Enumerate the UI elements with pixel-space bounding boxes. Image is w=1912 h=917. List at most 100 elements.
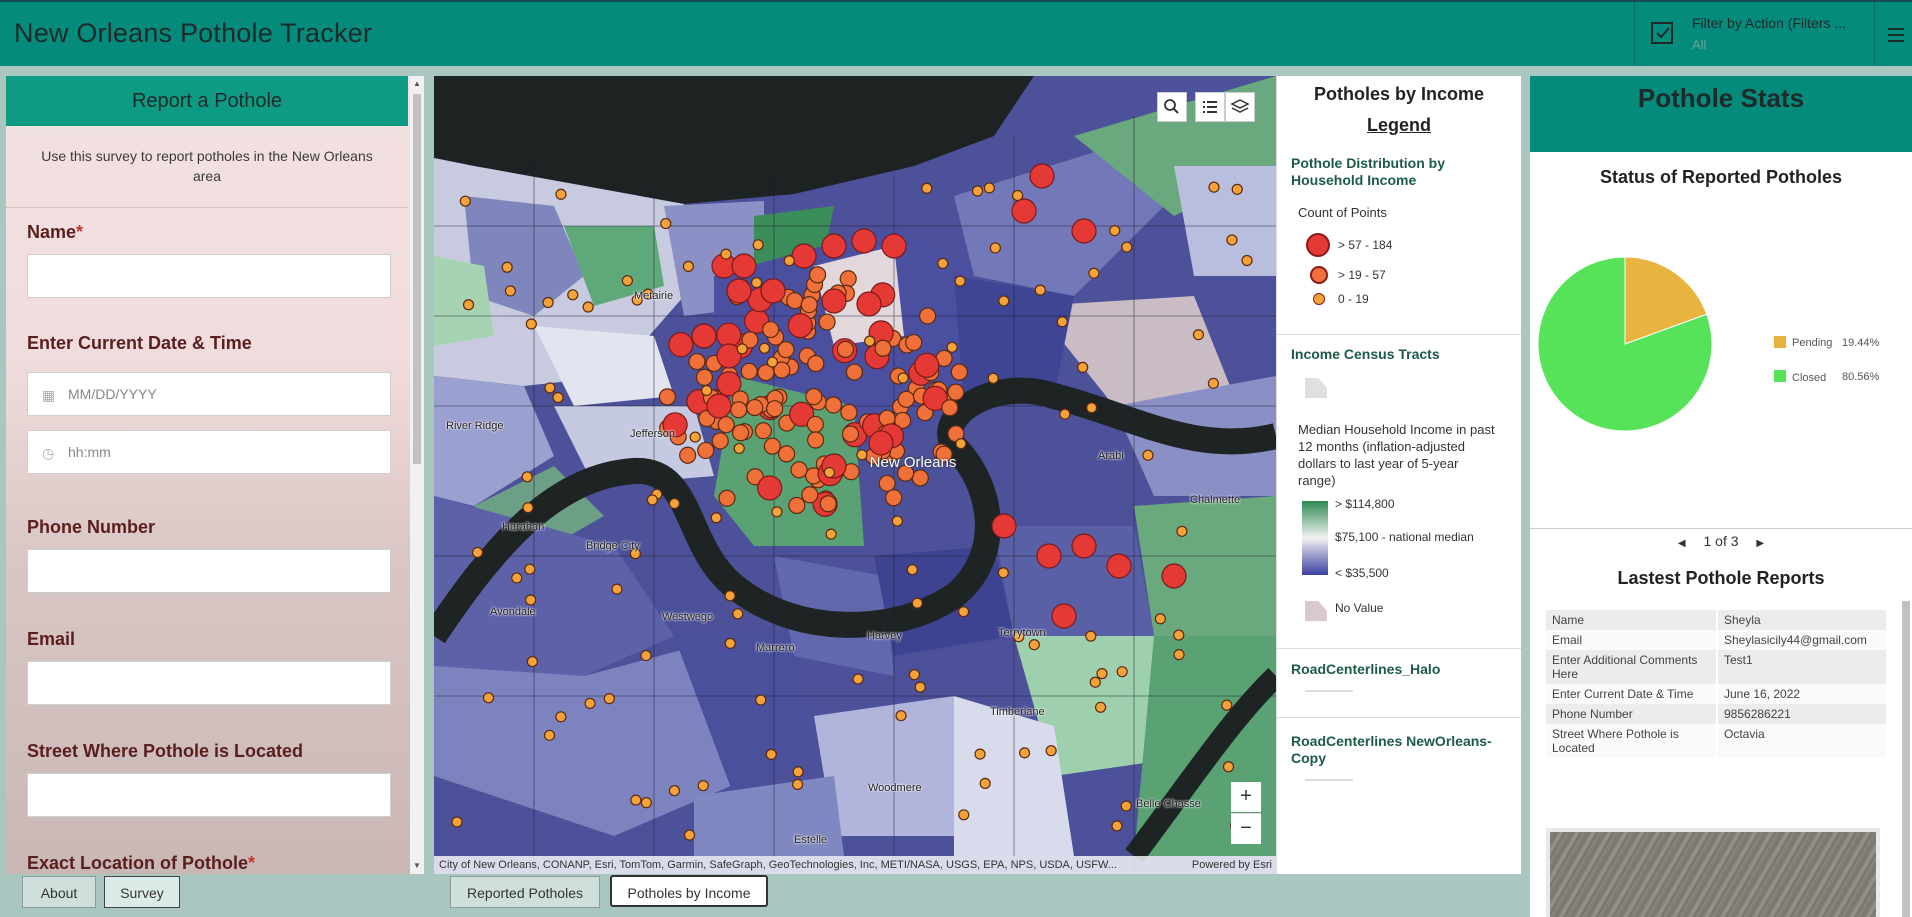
menu-icon[interactable] <box>1874 2 1912 66</box>
pothole-point[interactable] <box>746 398 764 417</box>
survey-scrollbar[interactable]: ▲ ▼ <box>410 76 424 874</box>
pothole-point[interactable] <box>603 693 615 705</box>
tab-potholes-by-income[interactable]: Potholes by Income <box>610 875 768 907</box>
pothole-point[interactable] <box>1036 543 1062 569</box>
pothole-point[interactable] <box>1012 189 1024 202</box>
pothole-point[interactable] <box>740 362 758 380</box>
pothole-point[interactable] <box>950 363 968 381</box>
pothole-point[interactable] <box>679 446 697 464</box>
pothole-point[interactable] <box>878 474 896 493</box>
pothole-point[interactable] <box>1106 553 1132 579</box>
pothole-point[interactable] <box>914 681 926 693</box>
pothole-point[interactable] <box>766 400 784 418</box>
pothole-point[interactable] <box>724 590 736 602</box>
pothole-point[interactable] <box>825 528 837 540</box>
pothole-point[interactable] <box>1095 701 1107 713</box>
pothole-point[interactable] <box>668 785 681 797</box>
pothole-point[interactable] <box>701 384 713 397</box>
pothole-point[interactable] <box>1096 668 1108 680</box>
pothole-point[interactable] <box>710 512 722 524</box>
pothole-point[interactable] <box>1111 820 1123 832</box>
pothole-point[interactable] <box>987 372 999 384</box>
pothole-point[interactable] <box>790 461 808 479</box>
pothole-point[interactable] <box>777 341 795 359</box>
phone-field[interactable] <box>27 549 391 593</box>
pothole-point[interactable] <box>688 352 706 371</box>
pothole-point[interactable] <box>706 393 732 419</box>
pothole-point[interactable] <box>805 388 823 406</box>
pothole-point[interactable] <box>582 301 594 313</box>
pothole-point[interactable] <box>695 368 714 386</box>
pothole-point[interactable] <box>801 486 819 504</box>
pothole-point[interactable] <box>971 185 984 197</box>
pothole-point[interactable] <box>525 594 537 606</box>
pothole-point[interactable] <box>1161 563 1187 589</box>
pothole-point[interactable] <box>621 275 633 287</box>
pothole-point[interactable] <box>937 257 949 270</box>
pothole-point[interactable] <box>897 372 909 384</box>
pothole-point[interactable] <box>787 313 813 339</box>
pothole-point[interactable] <box>1034 284 1046 296</box>
pothole-point[interactable] <box>762 320 780 339</box>
pothole-point[interactable] <box>730 401 748 419</box>
pothole-point[interactable] <box>921 182 933 194</box>
pothole-point[interactable] <box>791 243 817 269</box>
pothole-point[interactable] <box>1059 408 1071 420</box>
pothole-point[interactable] <box>895 710 907 722</box>
pothole-point[interactable] <box>823 466 835 479</box>
street-field[interactable] <box>27 773 391 817</box>
pothole-point[interactable] <box>1071 533 1097 559</box>
pothole-point[interactable] <box>682 260 694 272</box>
pothole-point[interactable] <box>905 333 923 352</box>
pothole-point[interactable] <box>584 697 596 709</box>
pothole-point[interactable] <box>482 692 495 704</box>
pothole-point[interactable] <box>720 248 732 260</box>
pothole-point[interactable] <box>766 356 779 368</box>
pothole-point[interactable] <box>845 363 863 381</box>
pothole-point[interactable] <box>1192 329 1205 341</box>
pothole-point[interactable] <box>668 497 681 510</box>
pothole-point[interactable] <box>839 270 857 288</box>
pothole-point[interactable] <box>1154 613 1166 625</box>
pothole-point[interactable] <box>640 649 652 662</box>
pothole-point[interactable] <box>821 288 847 314</box>
time-field[interactable]: ◷ hh:mm <box>27 430 391 474</box>
pothole-point[interactable] <box>451 816 463 828</box>
pothole-point[interactable] <box>760 278 786 304</box>
pothole-point[interactable] <box>856 291 882 317</box>
pothole-point[interactable] <box>1142 449 1154 461</box>
tab-about[interactable]: About <box>22 876 96 908</box>
pothole-point[interactable] <box>856 449 868 461</box>
scroll-thumb[interactable] <box>413 94 421 464</box>
name-field[interactable] <box>27 254 391 298</box>
pothole-point[interactable] <box>726 278 752 304</box>
pothole-point[interactable] <box>724 637 736 650</box>
pothole-point[interactable] <box>711 432 729 450</box>
date-field[interactable]: ▦ MM/DD/YYYY <box>27 372 391 416</box>
pothole-point[interactable] <box>718 489 736 507</box>
pothole-point[interactable] <box>1221 699 1233 711</box>
stats-scrollbar[interactable] <box>1902 601 1910 917</box>
pothole-point[interactable] <box>957 606 970 618</box>
pothole-point[interactable] <box>736 343 748 355</box>
pothole-point[interactable] <box>1077 361 1089 373</box>
pothole-point[interactable] <box>908 669 920 681</box>
pothole-point[interactable] <box>731 424 750 442</box>
pothole-point[interactable] <box>543 729 556 741</box>
layers-icon[interactable] <box>1225 92 1255 122</box>
pothole-point[interactable] <box>668 332 694 358</box>
pothole-point[interactable] <box>788 496 806 515</box>
pothole-point[interactable] <box>911 597 923 609</box>
tab-reported-potholes[interactable]: Reported Potholes <box>450 876 600 908</box>
pothole-point[interactable] <box>755 694 767 706</box>
pothole-point[interactable] <box>771 506 783 518</box>
pothole-point[interactable] <box>979 777 991 789</box>
powered-by[interactable]: Powered by Esri <box>1192 856 1272 874</box>
pothole-point[interactable] <box>763 437 781 455</box>
pothole-point[interactable] <box>818 313 836 331</box>
pothole-point[interactable] <box>1109 225 1121 237</box>
pothole-point[interactable] <box>989 242 1001 254</box>
pothole-point[interactable] <box>1226 234 1238 246</box>
pothole-point[interactable] <box>851 228 877 254</box>
pothole-point[interactable] <box>1176 525 1188 537</box>
